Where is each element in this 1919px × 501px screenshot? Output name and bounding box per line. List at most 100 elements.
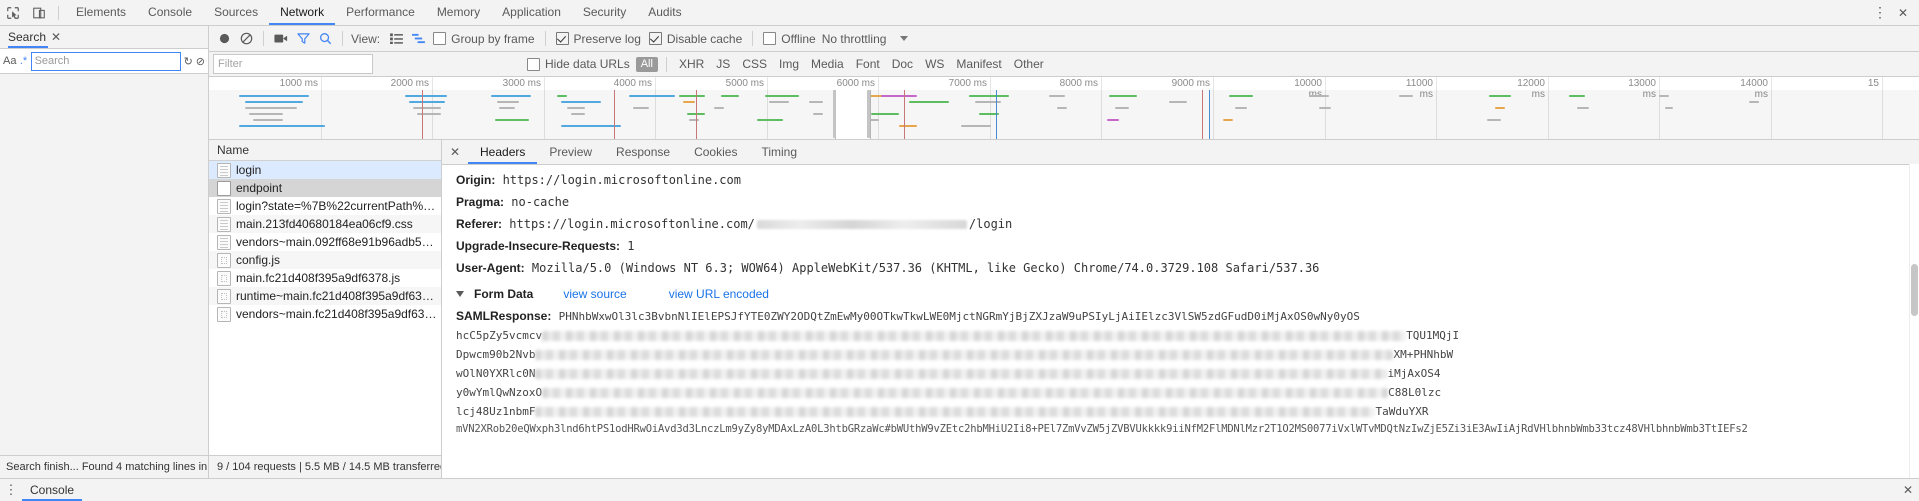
network-overview-timeline[interactable]: 1000 ms2000 ms3000 ms4000 ms5000 ms6000 … xyxy=(209,77,1919,140)
filter-input[interactable] xyxy=(213,54,373,74)
regex-icon[interactable]: .* xyxy=(19,53,27,70)
tab-application[interactable]: Application xyxy=(491,0,572,25)
table-row[interactable]: config.js xyxy=(209,251,441,269)
filter-type-font[interactable]: Font xyxy=(850,55,886,73)
filter-type-css[interactable]: CSS xyxy=(736,55,773,73)
disable-cache-label: Disable cache xyxy=(667,32,742,46)
timeline-tick-label: 4000 ms xyxy=(610,78,652,89)
headers-content: Origin: https://login.microsoftonline.co… xyxy=(442,165,1919,478)
triangle-down-icon[interactable] xyxy=(456,291,464,297)
record-icon[interactable] xyxy=(213,28,235,50)
match-case-icon[interactable]: Aa xyxy=(3,53,16,70)
preserve-log-checkbox[interactable]: Preserve log xyxy=(556,32,641,46)
hide-data-urls-box[interactable] xyxy=(527,58,540,71)
header-row: User-Agent: Mozilla/5.0 (Windows NT 6.3;… xyxy=(456,257,1919,279)
tab-preview[interactable]: Preview xyxy=(537,140,604,164)
overview-resize-handle-right[interactable] xyxy=(867,90,870,138)
close-detail-icon[interactable]: ✕ xyxy=(442,140,468,164)
view-source-link[interactable]: view source xyxy=(563,283,626,305)
filter-icon[interactable] xyxy=(292,28,314,50)
offline-box[interactable] xyxy=(763,32,776,45)
header-value: Mozilla/5.0 (Windows NT 6.3; WOW64) Appl… xyxy=(532,261,1319,275)
form-data-label: Form Data xyxy=(474,283,533,305)
request-list-header[interactable]: Name xyxy=(209,140,441,161)
overview-selection-window[interactable] xyxy=(835,90,871,139)
saml-response-key: SAMLResponse: xyxy=(456,309,551,323)
throttling-value[interactable]: No throttling xyxy=(822,32,887,46)
table-row[interactable]: login xyxy=(209,161,441,179)
request-name: vendors~main.092ff68e91b96adb54b4.css xyxy=(236,235,437,249)
filter-type-xhr[interactable]: XHR xyxy=(673,55,710,73)
search-input[interactable] xyxy=(31,52,181,71)
preserve-log-box[interactable] xyxy=(556,32,569,45)
detail-scrollbar[interactable] xyxy=(1909,164,1919,478)
table-row[interactable]: main.213fd40680184ea06cf9.css xyxy=(209,215,441,233)
device-toolbar-icon[interactable] xyxy=(26,1,52,25)
tab-security[interactable]: Security xyxy=(572,0,637,25)
filter-type-js[interactable]: JS xyxy=(710,55,736,73)
filter-type-media[interactable]: Media xyxy=(805,55,850,73)
table-row[interactable]: login?state=%7B%22currentPath%22%3A%2... xyxy=(209,197,441,215)
hide-data-urls-checkbox[interactable]: Hide data URLs xyxy=(527,57,630,71)
tab-response[interactable]: Response xyxy=(604,140,682,164)
filter-type-other[interactable]: Other xyxy=(1008,55,1050,73)
close-devtools-icon[interactable]: ✕ xyxy=(1891,1,1915,25)
saml-line-prefix: lcj48Uz1nbmF xyxy=(456,405,535,418)
form-data-section-header[interactable]: Form Data view source view URL encoded xyxy=(456,283,1919,305)
overview-resize-handle-left[interactable] xyxy=(833,90,836,138)
table-row[interactable]: vendors~main.fc21d408f395a9df6378.js xyxy=(209,305,441,323)
tab-network[interactable]: Network xyxy=(269,0,335,25)
header-row: Referer: https://login.microsoftonline.c… xyxy=(456,213,1919,235)
filter-type-manifest[interactable]: Manifest xyxy=(950,55,1007,73)
table-row[interactable]: vendors~main.092ff68e91b96adb54b4.css xyxy=(209,233,441,251)
disable-cache-box[interactable] xyxy=(649,32,662,45)
tab-elements[interactable]: Elements xyxy=(65,0,137,25)
tab-headers[interactable]: Headers xyxy=(468,140,537,164)
header-row: Origin: https://login.microsoftonline.co… xyxy=(456,169,1919,191)
detail-scrollbar-thumb[interactable] xyxy=(1911,264,1918,316)
search-icon[interactable] xyxy=(314,28,336,50)
drawer-tab-console[interactable]: Console xyxy=(22,479,82,501)
inspect-element-icon[interactable] xyxy=(0,1,26,25)
drawer-close-icon[interactable]: ✕ xyxy=(1903,479,1913,501)
offline-checkbox[interactable]: Offline xyxy=(763,32,815,46)
devtools-toolbar-right: ⋮ ✕ xyxy=(1869,0,1915,25)
clear-search-icon[interactable]: ⊘ xyxy=(196,53,205,70)
search-close-icon[interactable]: ✕ xyxy=(48,29,64,45)
timeline-tick-label: 9000 ms xyxy=(1168,78,1210,89)
tab-memory[interactable]: Memory xyxy=(426,0,491,25)
header-value: https://login.microsoftonline.com/ xyxy=(509,217,755,231)
capture-screenshots-icon[interactable] xyxy=(270,28,292,50)
drawer-more-options-icon[interactable]: ⋮ xyxy=(0,482,22,498)
chevron-down-icon[interactable] xyxy=(900,36,908,41)
clear-icon[interactable] xyxy=(235,28,257,50)
table-row[interactable]: main.fc21d408f395a9df6378.js xyxy=(209,269,441,287)
tab-audits[interactable]: Audits xyxy=(637,0,692,25)
redacted-saml-segment xyxy=(535,407,1375,417)
filter-type-img[interactable]: Img xyxy=(773,55,805,73)
saml-response-line: wOlN0YXRlc0NiMjAxOS4 xyxy=(456,364,1919,383)
tab-cookies[interactable]: Cookies xyxy=(682,140,749,164)
tab-timing[interactable]: Timing xyxy=(749,140,809,164)
filter-type-ws[interactable]: WS xyxy=(919,55,950,73)
filter-type-doc[interactable]: Doc xyxy=(886,55,919,73)
group-by-frame-checkbox[interactable]: Group by frame xyxy=(433,32,534,46)
header-row: Pragma: no-cache xyxy=(456,191,1919,213)
refresh-icon[interactable]: ↻ xyxy=(184,53,193,70)
view-url-encoded-link[interactable]: view URL encoded xyxy=(669,283,769,305)
tab-performance[interactable]: Performance xyxy=(335,0,426,25)
request-detail-panel: ✕ Headers Preview Response Cookies Timin… xyxy=(442,140,1919,478)
table-row[interactable]: endpoint xyxy=(209,179,441,197)
waterfall-view-icon[interactable] xyxy=(407,28,429,50)
filter-type-all[interactable]: All xyxy=(636,57,658,72)
redacted-saml-segment xyxy=(535,369,1387,379)
saml-response-line: hcC5pZy5vcmcvTQU1MQjI xyxy=(456,326,1919,345)
tab-console[interactable]: Console xyxy=(137,0,203,25)
group-by-frame-box[interactable] xyxy=(433,32,446,45)
more-options-icon[interactable]: ⋮ xyxy=(1869,1,1891,25)
list-view-icon[interactable] xyxy=(385,28,407,50)
tab-sources[interactable]: Sources xyxy=(203,0,269,25)
script-icon xyxy=(217,289,231,304)
disable-cache-checkbox[interactable]: Disable cache xyxy=(649,32,742,46)
table-row[interactable]: runtime~main.fc21d408f395a9df6378.js xyxy=(209,287,441,305)
